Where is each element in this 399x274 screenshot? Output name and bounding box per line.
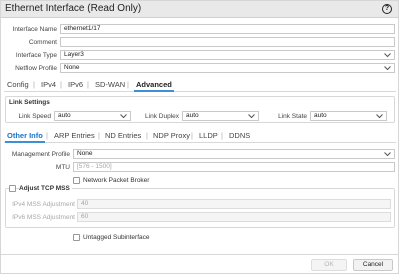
chevron-down-icon bbox=[248, 113, 255, 119]
tab-separator: | bbox=[33, 80, 35, 89]
ipv4-mss-adjustment-label: IPv4 MSS Adjustment bbox=[12, 201, 75, 208]
help-icon[interactable]: ? bbox=[382, 4, 392, 14]
comment-label: Comment bbox=[28, 39, 57, 46]
network-packet-broker-label: Network Packet Broker bbox=[83, 177, 150, 184]
untagged-subinterface-label: Untagged Subinterface bbox=[83, 234, 150, 241]
tab-lldp[interactable]: LLDP bbox=[199, 131, 218, 140]
tab-separator: | bbox=[127, 80, 129, 89]
link-speed-select[interactable]: auto bbox=[54, 111, 131, 121]
link-speed-value: auto bbox=[58, 112, 71, 119]
tab-config[interactable]: Config bbox=[7, 80, 29, 89]
link-duplex-value: auto bbox=[186, 112, 199, 119]
tab-sd-wan[interactable]: SD-WAN bbox=[95, 80, 125, 89]
chevron-down-icon bbox=[384, 52, 391, 58]
ipv4-mss-adjustment-field[interactable]: 40 bbox=[77, 199, 391, 209]
link-state-label: Link State bbox=[278, 113, 307, 120]
main-tabs-divider bbox=[4, 91, 396, 92]
tab-separator: | bbox=[46, 131, 48, 140]
link-duplex-select[interactable]: auto bbox=[182, 111, 259, 121]
network-packet-broker-checkbox[interactable] bbox=[73, 177, 80, 184]
mtu-label: MTU bbox=[55, 164, 70, 171]
link-settings-title: Link Settings bbox=[9, 99, 50, 106]
mtu-field[interactable]: [576 - 1500] bbox=[73, 162, 395, 172]
tab-other-info[interactable]: Other Info bbox=[7, 131, 43, 140]
tab-separator: | bbox=[191, 131, 193, 140]
management-profile-label: Management Profile bbox=[11, 151, 70, 158]
link-state-value: auto bbox=[314, 112, 327, 119]
sub-tabs-divider bbox=[4, 142, 396, 143]
footer-divider bbox=[1, 254, 398, 255]
adjust-tcp-mss-label: Adjust TCP MSS bbox=[19, 185, 72, 192]
chevron-down-icon bbox=[376, 113, 383, 119]
management-profile-select[interactable]: None bbox=[73, 149, 395, 159]
link-state-select[interactable]: auto bbox=[310, 111, 387, 121]
ipv6-mss-adjustment-label: IPv6 MSS Adjustment bbox=[12, 214, 75, 221]
tab-separator: | bbox=[87, 80, 89, 89]
interface-name-label: Interface Name bbox=[12, 26, 57, 33]
tab-arp-entries[interactable]: ARP Entries bbox=[54, 131, 95, 140]
active-tab-underline bbox=[134, 90, 174, 92]
management-profile-value: None bbox=[77, 150, 93, 157]
interface-type-label: Interface Type bbox=[15, 52, 57, 59]
untagged-subinterface-checkbox[interactable] bbox=[73, 234, 80, 241]
chevron-down-icon bbox=[384, 65, 391, 71]
comment-field[interactable] bbox=[60, 37, 395, 47]
ok-button[interactable]: OK bbox=[311, 259, 347, 271]
dialog-title: Ethernet Interface (Read Only) bbox=[5, 3, 142, 14]
dialog-titlebar: Ethernet Interface (Read Only) ? bbox=[1, 1, 398, 18]
tab-ipv4[interactable]: IPv4 bbox=[41, 80, 56, 89]
adjust-tcp-mss-checkbox[interactable] bbox=[9, 185, 16, 192]
cancel-button[interactable]: Cancel bbox=[353, 259, 393, 271]
interface-name-field[interactable]: ethernet1/17 bbox=[60, 24, 395, 34]
tab-separator: | bbox=[60, 80, 62, 89]
tab-ndp-proxy[interactable]: NDP Proxy bbox=[153, 131, 190, 140]
chevron-down-icon bbox=[120, 113, 127, 119]
netflow-profile-value: None bbox=[64, 64, 80, 71]
interface-type-select[interactable]: Layer3 bbox=[60, 50, 395, 60]
tab-advanced[interactable]: Advanced bbox=[136, 80, 172, 89]
link-speed-label: Link Speed bbox=[18, 113, 51, 120]
mtu-placeholder: [576 - 1500] bbox=[77, 163, 112, 170]
netflow-profile-label: Netflow Profile bbox=[15, 65, 57, 72]
chevron-down-icon bbox=[384, 151, 391, 157]
tab-separator: | bbox=[146, 131, 148, 140]
tab-separator: | bbox=[98, 131, 100, 140]
netflow-profile-select[interactable]: None bbox=[60, 63, 395, 73]
interface-type-value: Layer3 bbox=[64, 51, 84, 58]
ipv6-mss-adjustment-field[interactable]: 60 bbox=[77, 212, 391, 222]
active-subtab-underline bbox=[5, 141, 45, 143]
ethernet-interface-dialog: Ethernet Interface (Read Only) ? Interfa… bbox=[0, 0, 399, 274]
tab-ipv6[interactable]: IPv6 bbox=[68, 80, 83, 89]
tab-nd-entries[interactable]: ND Entries bbox=[105, 131, 141, 140]
tab-ddns[interactable]: DDNS bbox=[229, 131, 250, 140]
link-duplex-label: Link Duplex bbox=[145, 113, 179, 120]
tab-separator: | bbox=[221, 131, 223, 140]
